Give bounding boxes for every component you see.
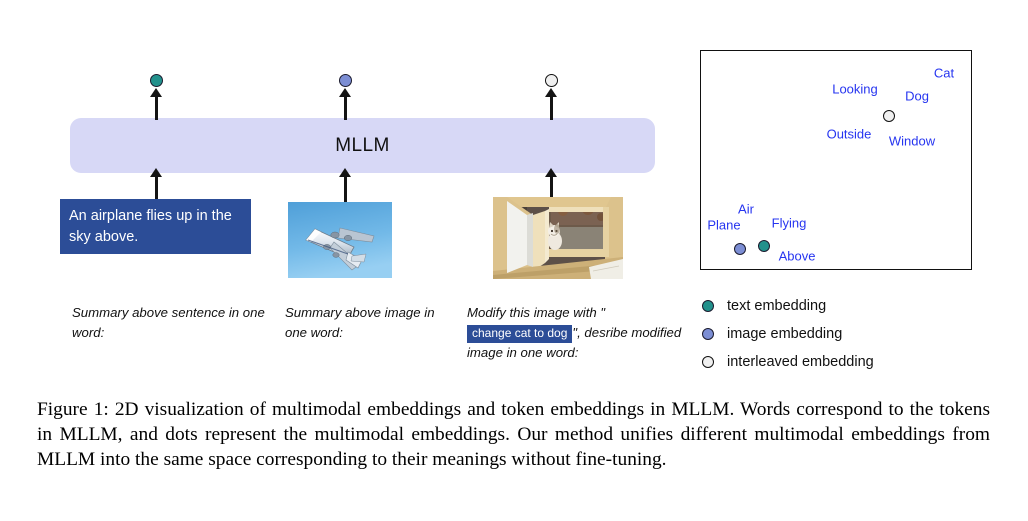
legend-label-image: image embedding: [727, 326, 843, 342]
airplane-image-input: [288, 202, 392, 278]
token-word-cat: Cat: [933, 65, 955, 81]
interleaved-swatch-icon: [702, 356, 714, 368]
prompt-sentence: Summary above sentence in one word:: [72, 305, 265, 341]
text-embedding-output: [150, 74, 163, 87]
token-word-plane: Plane: [707, 217, 741, 233]
cat-window-image-input: [493, 197, 623, 279]
legend-label-text: text embedding: [727, 298, 827, 314]
prompt-image: Summary above image in one word:: [285, 305, 435, 341]
token-word-flying: Flying: [771, 215, 807, 231]
image-swatch-icon: [702, 328, 714, 340]
mllm-label: MLLM: [335, 134, 390, 156]
text-point: [758, 240, 770, 252]
legend-label-interleaved: interleaved embedding: [727, 354, 874, 370]
input-arrow-interleaved: [545, 168, 558, 199]
prompt-interleaved-part1: Modify this image with ": [467, 305, 606, 320]
sentence-input-box: An airplane flies up in the sky above.: [60, 199, 251, 254]
cat-window-photo-content: [493, 197, 623, 279]
embedding-plot-area: Cat Looking Dog Outside Window Air Plane Flying…: [700, 50, 972, 270]
legend-item-image: image embedding: [702, 320, 874, 348]
token-word-above: Above: [778, 248, 816, 264]
image-embedding-output: [339, 74, 352, 87]
mllm-model-box: MLLM: [70, 118, 655, 173]
mllm-pipeline-diagram: MLLM An airplane flies up in the sky abo…: [0, 0, 690, 390]
output-arrow-interleaved: [545, 88, 558, 120]
prompt-interleaved: Modify this image with " change cat to do…: [467, 303, 682, 363]
airplane-photo-content: [288, 202, 392, 278]
interleaved-point: [883, 110, 895, 122]
input-arrow-sentence: [150, 168, 163, 201]
token-word-looking: Looking: [832, 81, 878, 97]
figure-caption: Figure 1: 2D visualization of multimodal…: [37, 399, 990, 471]
input-arrow-image: [339, 168, 352, 204]
image-point: [734, 243, 746, 255]
token-word-outside: Outside: [826, 126, 872, 142]
interleaved-embedding-output: [545, 74, 558, 87]
token-word-dog: Dog: [905, 88, 929, 104]
legend-item-interleaved: interleaved embedding: [702, 348, 874, 376]
token-word-air: Air: [738, 201, 754, 217]
embedding-legend: text embedding image embedding interleaved…: [702, 292, 874, 376]
output-arrow-image: [339, 88, 352, 120]
prompt-edit-instruction-highlight: change cat to dog: [467, 324, 573, 344]
legend-item-text: text embedding: [702, 292, 874, 320]
token-word-window: Window: [888, 133, 936, 149]
output-arrow-text: [150, 88, 163, 120]
text-swatch-icon: [702, 300, 714, 312]
